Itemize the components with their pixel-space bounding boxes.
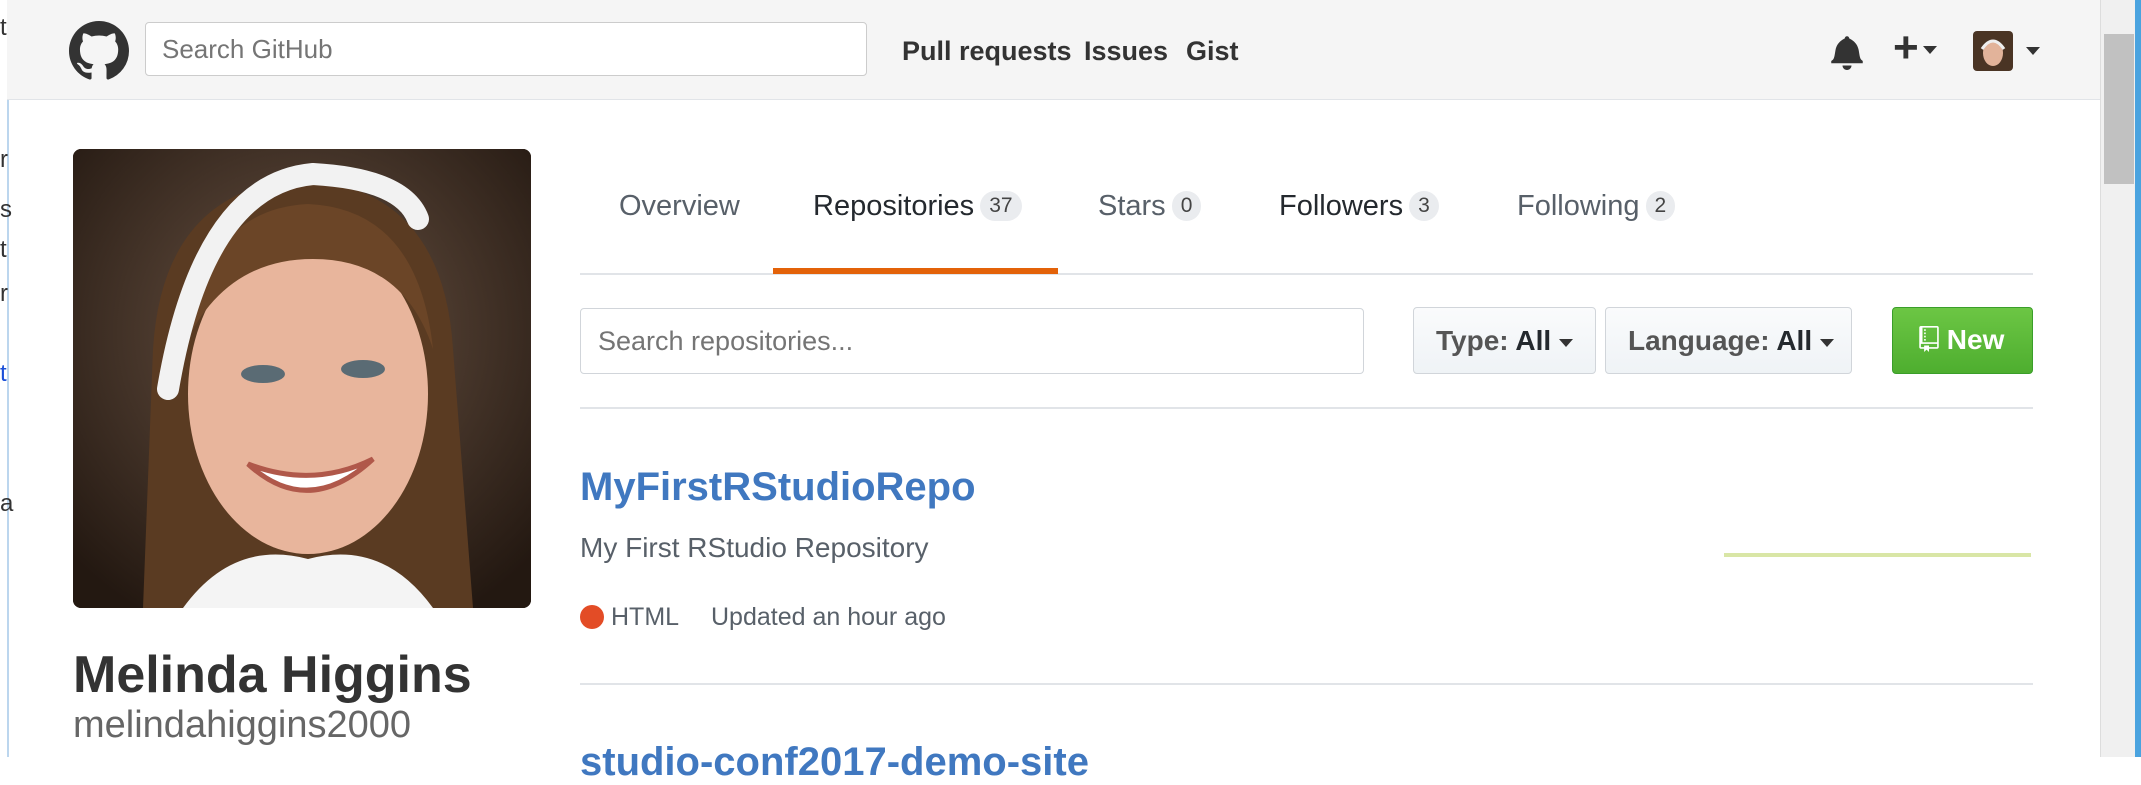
search-repositories-input[interactable] xyxy=(580,308,1364,374)
search-github-input[interactable] xyxy=(145,22,867,76)
nav-gist[interactable]: Gist xyxy=(1186,36,1239,67)
background-text: t xyxy=(0,360,7,387)
background-text: t xyxy=(0,236,7,263)
profile-username: melindahiggins2000 xyxy=(73,704,412,746)
activity-sparkline xyxy=(1724,553,2031,557)
chevron-down-icon[interactable] xyxy=(2026,47,2040,55)
window-edge xyxy=(2135,0,2141,757)
background-text: s xyxy=(0,196,12,223)
type-filter-value: All xyxy=(1515,325,1552,356)
profile-avatar xyxy=(73,149,531,608)
filters-divider xyxy=(580,407,2033,409)
background-text: a xyxy=(0,490,14,517)
language-color-dot xyxy=(580,605,604,629)
repo-language: HTML xyxy=(611,603,680,631)
repo-updated: Updated an hour ago xyxy=(711,603,946,631)
repo-divider xyxy=(580,683,2033,685)
stars-count-badge: 0 xyxy=(1171,191,1202,221)
repo-description: My First RStudio Repository xyxy=(580,532,929,563)
scrollbar-thumb[interactable] xyxy=(2104,34,2134,184)
tab-label: Repositories xyxy=(813,190,975,222)
chevron-down-icon xyxy=(1819,338,1834,347)
tab-label: Overview xyxy=(619,190,740,222)
language-filter-value: All xyxy=(1776,325,1813,356)
followers-count-badge: 3 xyxy=(1409,191,1439,221)
avatar[interactable] xyxy=(1973,31,2013,71)
tab-repositories[interactable]: Repositories 37 xyxy=(813,190,1022,223)
new-button-label: New xyxy=(1946,324,2005,355)
tab-overview[interactable]: Overview xyxy=(619,190,740,223)
create-new-dropdown[interactable]: + xyxy=(1893,26,1937,70)
tab-following[interactable]: Following 2 xyxy=(1517,190,1676,223)
tab-label: Following xyxy=(1517,190,1640,222)
background-text: t xyxy=(0,14,7,41)
language-filter-button[interactable]: Language: All xyxy=(1605,307,1852,374)
repo-name-link[interactable]: MyFirstRStudioRepo xyxy=(580,465,976,510)
nav-issues[interactable]: Issues xyxy=(1084,36,1168,67)
tab-followers[interactable]: Followers 3 xyxy=(1279,190,1439,223)
site-header: Pull requests Issues Gist + xyxy=(7,0,2100,100)
background-text: r xyxy=(0,146,8,173)
selected-tab-indicator xyxy=(773,268,1058,274)
tab-stars[interactable]: Stars 0 xyxy=(1098,190,1202,223)
nav-pull-requests[interactable]: Pull requests xyxy=(902,36,1072,67)
repositories-count-badge: 37 xyxy=(980,191,1022,221)
bell-icon[interactable] xyxy=(1830,34,1864,70)
plus-icon: + xyxy=(1893,23,1919,72)
background-window-edge: t r s t r t a xyxy=(0,0,13,757)
github-logo-icon[interactable] xyxy=(69,21,129,81)
following-count-badge: 2 xyxy=(1645,191,1676,221)
language-filter-label: Language: xyxy=(1628,325,1770,356)
tab-label: Stars xyxy=(1098,190,1166,222)
tab-label: Followers xyxy=(1279,190,1404,222)
type-filter-label: Type: xyxy=(1436,325,1509,356)
background-text: r xyxy=(0,280,8,307)
type-filter-button[interactable]: Type: All xyxy=(1413,307,1596,374)
repo-name-link[interactable]: studio-conf2017-demo-site xyxy=(580,740,1089,785)
chevron-down-icon xyxy=(1922,46,1937,55)
new-repository-button[interactable]: New xyxy=(1892,307,2033,374)
chevron-down-icon xyxy=(1558,338,1573,347)
repo-icon xyxy=(1919,326,1939,352)
profile-name: Melinda Higgins xyxy=(73,646,472,704)
